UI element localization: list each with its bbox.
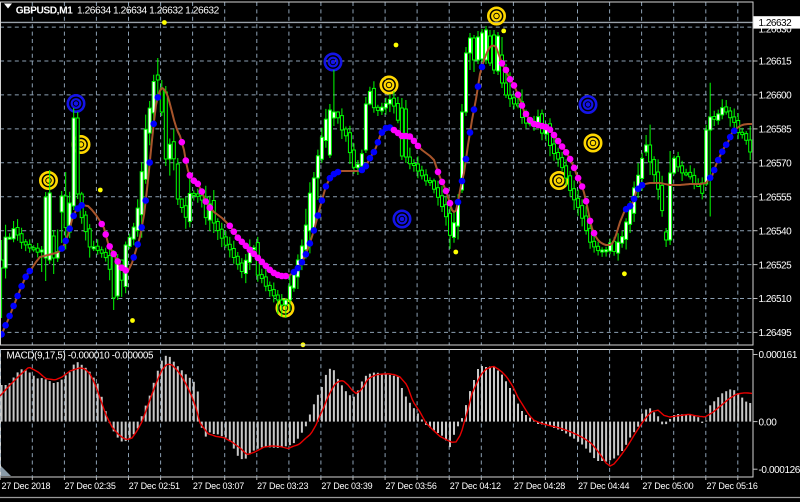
- svg-text:1.26585: 1.26585: [759, 125, 793, 136]
- svg-text:1.26615: 1.26615: [759, 57, 793, 68]
- svg-text:1.26634 1.26634 1.26632 1.2663: 1.26634 1.26634 1.26632 1.26632: [77, 5, 220, 16]
- svg-text:27 Dec 05:16: 27 Dec 05:16: [707, 481, 758, 491]
- svg-text:27 Dec 04:28: 27 Dec 04:28: [514, 481, 565, 491]
- svg-text:1.26495: 1.26495: [759, 328, 793, 339]
- svg-text:27 Dec 02:51: 27 Dec 02:51: [129, 481, 180, 491]
- svg-text:1.26600: 1.26600: [759, 91, 793, 102]
- svg-text:0.000161: 0.000161: [759, 350, 798, 361]
- svg-text:27 Dec 03:07: 27 Dec 03:07: [193, 481, 244, 491]
- svg-text:0.00: 0.00: [759, 417, 778, 428]
- svg-text:1.26555: 1.26555: [759, 192, 793, 203]
- svg-text:MACD(9,17,5) -0.000010 -0.0000: MACD(9,17,5) -0.000010 -0.000005: [7, 351, 155, 362]
- svg-text:27 Dec 02:35: 27 Dec 02:35: [65, 481, 116, 491]
- svg-text:27 Dec 04:12: 27 Dec 04:12: [450, 481, 501, 491]
- svg-text:27 Dec 03:23: 27 Dec 03:23: [257, 481, 308, 491]
- svg-text:1.26510: 1.26510: [759, 294, 793, 305]
- svg-text:-0.000126: -0.000126: [759, 465, 800, 476]
- svg-text:27 Dec 2018: 27 Dec 2018: [1, 481, 50, 491]
- svg-text:27 Dec 03:39: 27 Dec 03:39: [321, 481, 372, 491]
- svg-text:1.26570: 1.26570: [759, 159, 793, 170]
- svg-text:1.26632: 1.26632: [759, 18, 793, 29]
- svg-text:27 Dec 03:56: 27 Dec 03:56: [386, 481, 437, 491]
- svg-text:1.26525: 1.26525: [759, 260, 793, 271]
- svg-text:GBPUSD,M1: GBPUSD,M1: [16, 5, 73, 16]
- svg-text:27 Dec 04:44: 27 Dec 04:44: [578, 481, 629, 491]
- svg-text:27 Dec 05:00: 27 Dec 05:00: [642, 481, 693, 491]
- svg-text:1.26540: 1.26540: [759, 226, 793, 237]
